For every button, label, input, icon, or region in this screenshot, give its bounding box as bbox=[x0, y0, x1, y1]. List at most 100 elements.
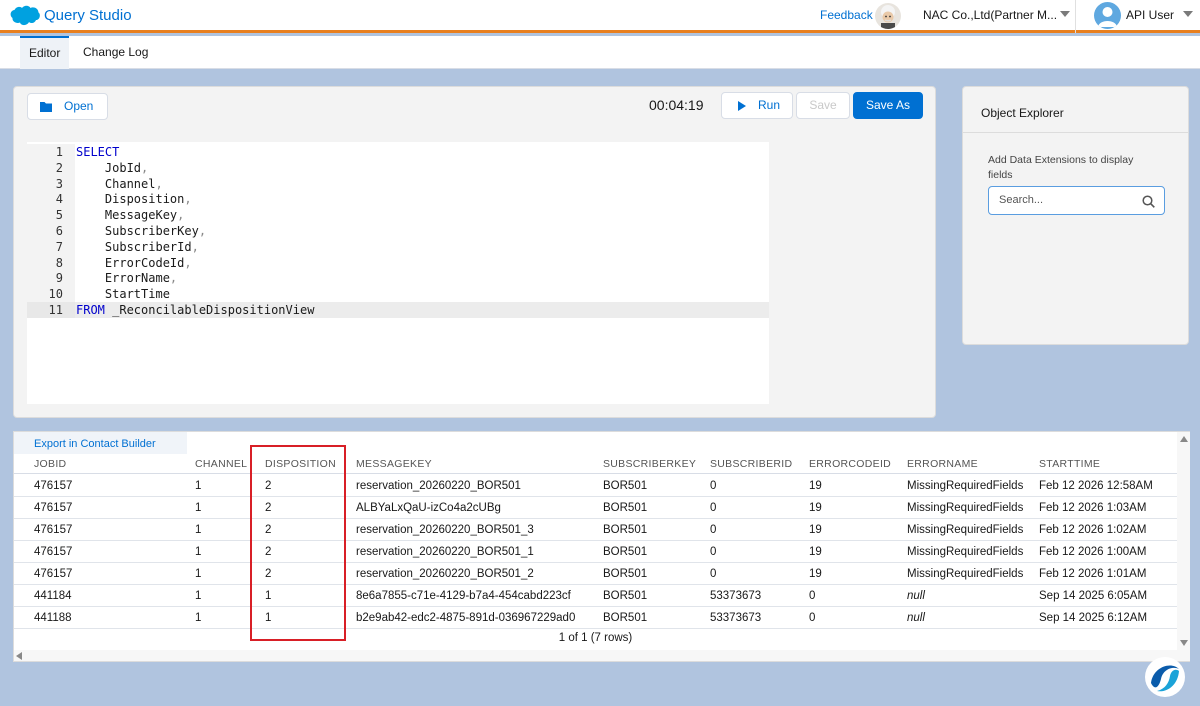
column-header-subscriberid[interactable]: SUBSCRIBERID bbox=[710, 458, 792, 470]
cell-subscriberid: 0 bbox=[710, 502, 717, 514]
app-title: Query Studio bbox=[44, 7, 132, 24]
cell-jobid: 476157 bbox=[34, 568, 73, 580]
sql-identifier: JobId bbox=[76, 160, 142, 175]
object-explorer-search[interactable] bbox=[988, 186, 1165, 215]
line-number: 10 bbox=[27, 286, 75, 303]
user-avatar[interactable] bbox=[1094, 2, 1121, 29]
column-header-errorcodeid[interactable]: ERRORCODEID bbox=[809, 458, 891, 470]
table-row[interactable]: 476157 1 2 reservation_20260220_BOR501_1 BOR… bbox=[14, 541, 1177, 563]
user-menu-chevron-icon[interactable] bbox=[1183, 11, 1193, 17]
column-header-starttime[interactable]: STARTTIME bbox=[1039, 458, 1100, 470]
column-header-messagekey[interactable]: MESSAGEKEY bbox=[356, 458, 432, 470]
cell-messagekey: reservation_20260220_BOR501 bbox=[356, 480, 521, 492]
cell-subscriberkey: BOR501 bbox=[603, 546, 648, 558]
code-line[interactable]: SELECT bbox=[76, 144, 119, 160]
help-widget-icon bbox=[1146, 658, 1184, 696]
code-line[interactable]: SubscriberId, bbox=[76, 239, 199, 255]
table-row[interactable]: 441184 1 1 8e6a7855-c71e-4129-b7a4-454cabd2… bbox=[14, 585, 1177, 607]
column-header-errorname[interactable]: ERRORNAME bbox=[907, 458, 978, 470]
code-line[interactable]: SubscriberKey, bbox=[76, 223, 206, 239]
cell-subscriberid: 53373673 bbox=[710, 612, 762, 624]
org-switcher-label[interactable]: NAC Co.,Ltd(Partner M... bbox=[923, 8, 1057, 22]
table-row[interactable]: 476157 1 2 reservation_20260220_BOR501 BOR50… bbox=[14, 475, 1177, 497]
cell-jobid: 476157 bbox=[34, 524, 73, 536]
user-name[interactable]: API User bbox=[1126, 8, 1174, 22]
cell-subscriberid: 0 bbox=[710, 480, 717, 492]
run-button[interactable]: Run bbox=[721, 92, 793, 119]
line-number: 3 bbox=[27, 175, 75, 192]
sql-keyword: SELECT bbox=[76, 145, 120, 159]
tab-change-log[interactable]: Change Log bbox=[74, 36, 157, 69]
cell-errorname: MissingRequiredFields bbox=[907, 502, 1024, 514]
cell-errorname: MissingRequiredFields bbox=[907, 546, 1024, 558]
vertical-scrollbar[interactable] bbox=[1177, 432, 1190, 661]
help-widget[interactable] bbox=[1145, 657, 1185, 697]
sql-identifier: ErrorName bbox=[76, 271, 170, 286]
run-button-label: Run bbox=[758, 98, 781, 112]
cell-starttime: Feb 12 2026 1:02AM bbox=[1039, 524, 1147, 536]
cell-jobid: 441188 bbox=[34, 612, 72, 624]
open-button-label: Open bbox=[64, 99, 94, 113]
table-row[interactable]: 476157 1 2 reservation_20260220_BOR501_2 BOR… bbox=[14, 563, 1177, 585]
cell-errorname: MissingRequiredFields bbox=[907, 480, 1024, 492]
scroll-down-icon[interactable] bbox=[1180, 640, 1188, 646]
einstein-icon bbox=[881, 5, 895, 29]
cell-subscriberid: 53373673 bbox=[710, 590, 762, 602]
feedback-link[interactable]: Feedback bbox=[820, 8, 873, 22]
code-line[interactable]: MessageKey, bbox=[76, 207, 185, 223]
search-icon[interactable] bbox=[1142, 195, 1155, 208]
cell-messagekey: b2e9ab42-edc2-4875-891d-036967229ad0 bbox=[356, 612, 576, 624]
horizontal-scrollbar[interactable] bbox=[14, 650, 1177, 661]
cell-starttime: Feb 12 2026 1:01AM bbox=[1039, 568, 1147, 580]
cell-starttime: Feb 12 2026 1:03AM bbox=[1039, 502, 1147, 514]
cell-errorname: MissingRequiredFields bbox=[907, 524, 1024, 536]
play-icon bbox=[738, 101, 746, 111]
code-line[interactable]: Channel, bbox=[76, 176, 163, 192]
code-line[interactable]: StartTime bbox=[76, 286, 170, 302]
code-line[interactable]: JobId, bbox=[76, 160, 148, 176]
object-explorer-divider bbox=[963, 132, 1188, 133]
code-line[interactable]: ErrorCodeId, bbox=[76, 255, 192, 271]
table-row[interactable]: 441188 1 1 b2e9ab42-edc2-4875-891d-03696722… bbox=[14, 607, 1177, 629]
cell-subscriberid: 0 bbox=[710, 546, 717, 558]
query-editor-panel: Open 00:04:19 Run Save Save As 1 SELECT 2 … bbox=[13, 86, 936, 418]
sql-punctuation: , bbox=[155, 176, 163, 191]
cell-channel: 1 bbox=[195, 546, 202, 558]
code-line[interactable]: ErrorName, bbox=[76, 270, 177, 286]
object-explorer-panel: Object Explorer Add Data Extensions to d… bbox=[962, 86, 1189, 345]
code-line[interactable]: Disposition, bbox=[76, 191, 192, 207]
sql-identifier: SubscriberId bbox=[76, 239, 192, 254]
code-line[interactable]: FROM _ReconcilableDispositionView bbox=[76, 302, 314, 318]
save-button[interactable]: Save bbox=[796, 92, 850, 119]
sql-code-editor[interactable]: 1 SELECT 2 JobId, 3 Channel, 4 Disposition, 5… bbox=[27, 142, 769, 404]
line-number: 8 bbox=[27, 254, 75, 271]
sql-punctuation: , bbox=[198, 224, 207, 238]
cell-errorcodeid: 0 bbox=[809, 612, 816, 624]
sql-punctuation: , bbox=[141, 160, 149, 175]
export-contact-builder-link[interactable]: Export in Contact Builder bbox=[34, 438, 156, 450]
cell-subscriberkey: BOR501 bbox=[603, 568, 648, 580]
scroll-up-icon[interactable] bbox=[1180, 436, 1188, 442]
scroll-left-icon[interactable] bbox=[16, 652, 22, 660]
sql-keyword: FROM bbox=[76, 303, 105, 317]
salesforce-cloud-icon[interactable] bbox=[10, 5, 40, 26]
cell-channel: 1 bbox=[195, 568, 202, 580]
cell-subscriberkey: BOR501 bbox=[603, 502, 648, 514]
open-button[interactable]: Open bbox=[27, 93, 108, 120]
cell-messagekey: reservation_20260220_BOR501_2 bbox=[356, 568, 534, 580]
search-input[interactable] bbox=[999, 194, 1139, 206]
table-row[interactable]: 476157 1 2 reservation_20260220_BOR501_3 BOR… bbox=[14, 519, 1177, 541]
column-header-jobid[interactable]: JOBID bbox=[34, 458, 66, 470]
cell-errorname: null bbox=[907, 590, 925, 602]
column-header-channel[interactable]: CHANNEL bbox=[195, 458, 247, 470]
cell-channel: 1 bbox=[195, 480, 202, 492]
table-row[interactable]: 476157 1 2 ALBYaLxQaU-izCo4a2cUBg BOR501 0 19 M… bbox=[14, 497, 1177, 519]
save-as-button[interactable]: Save As bbox=[853, 92, 923, 119]
sql-identifier: SubscriberKey bbox=[76, 224, 199, 238]
sql-punctuation: , bbox=[184, 192, 192, 207]
sql-identifier: StartTime bbox=[76, 287, 170, 302]
chevron-down-icon[interactable] bbox=[1060, 11, 1070, 17]
column-header-subscriberkey[interactable]: SUBSCRIBERKEY bbox=[603, 458, 696, 470]
sql-punctuation: , bbox=[191, 239, 199, 254]
tab-editor[interactable]: Editor bbox=[20, 36, 70, 69]
